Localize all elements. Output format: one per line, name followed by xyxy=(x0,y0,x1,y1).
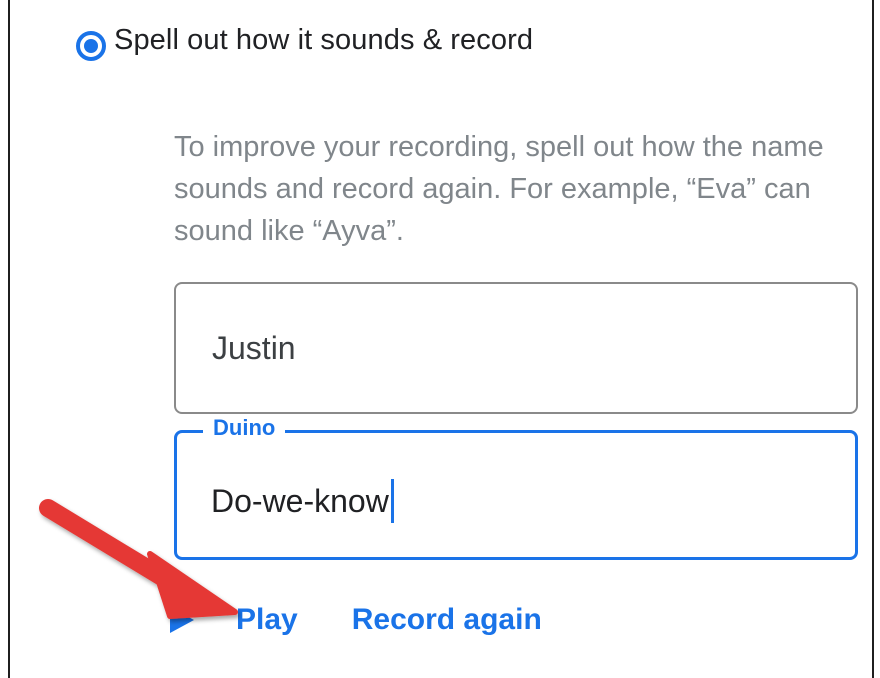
last-name-value: Do-we-know xyxy=(211,482,389,519)
radio-dot xyxy=(84,39,98,53)
record-again-button[interactable]: Record again xyxy=(352,603,542,637)
last-name-label: Duino xyxy=(203,415,286,441)
spell-out-option-label[interactable]: Spell out how it sounds & record xyxy=(114,24,533,57)
action-row: Play Record again xyxy=(170,596,542,644)
dialog-frame: Spell out how it sounds & record To impr… xyxy=(8,0,874,678)
play-button[interactable]: Play xyxy=(170,603,298,637)
first-name-field[interactable]: Justin xyxy=(174,282,858,414)
play-label: Play xyxy=(236,603,298,636)
record-again-label: Record again xyxy=(351,603,542,636)
first-name-value: Justin xyxy=(212,330,296,366)
radio-selected-icon[interactable] xyxy=(76,31,106,61)
spell-out-option[interactable] xyxy=(70,18,106,74)
last-name-value-wrap: Do-we-know xyxy=(211,479,394,523)
text-cursor xyxy=(390,479,394,523)
help-description: To improve your recording, spell out how… xyxy=(174,131,824,247)
last-name-field[interactable]: Duino Do-we-know xyxy=(174,415,858,560)
play-icon xyxy=(170,607,194,633)
